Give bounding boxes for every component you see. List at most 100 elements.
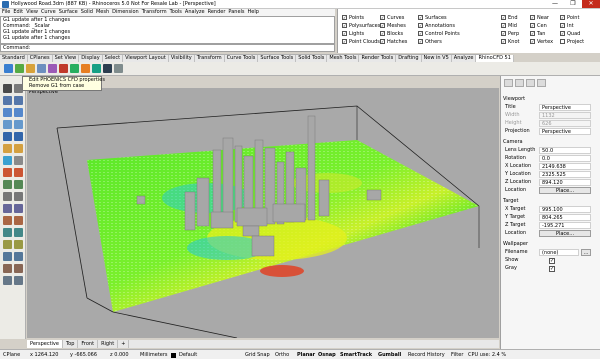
filter-meshes[interactable]: ✓ Meshes: [380, 23, 406, 29]
filter-hatches[interactable]: ✓ Hatches: [380, 39, 407, 45]
tab-mesh-tools[interactable]: Mesh Tools: [327, 55, 360, 62]
status-layer[interactable]: Default: [179, 351, 197, 359]
tab-viewport-layout[interactable]: Viewport Layout: [123, 55, 169, 62]
filter-polysurfaces[interactable]: ✓ Polysurfaces: [342, 23, 380, 29]
trim-icon[interactable]: [14, 168, 23, 177]
filter-points[interactable]: ✓ Points: [342, 15, 364, 21]
osnap-vertex[interactable]: ✓ Vertex: [530, 39, 553, 45]
menu-render[interactable]: Render: [208, 9, 226, 16]
tab-curve-tools[interactable]: Curve Tools: [225, 55, 259, 62]
tab-display[interactable]: Display: [79, 55, 103, 62]
viewport-tab-top[interactable]: Top: [63, 340, 79, 348]
move-icon[interactable]: [3, 192, 12, 201]
filter-blocks[interactable]: ✓ Blocks: [380, 31, 403, 37]
menu-file[interactable]: File: [2, 9, 10, 16]
lens-length-field[interactable]: 50.0: [539, 147, 591, 154]
tab-new-in-v5[interactable]: New in V5: [422, 55, 452, 62]
osnap-perp[interactable]: ✓ Perp: [501, 31, 519, 37]
command-input[interactable]: Command:: [0, 44, 335, 52]
viewport-tab-right[interactable]: Right: [98, 340, 119, 348]
tab-rhinocfd[interactable]: RhinoCFD 51: [476, 55, 514, 62]
filter-lights[interactable]: ✓ Lights: [342, 31, 364, 37]
tab-cplanes[interactable]: CPlanes: [28, 55, 53, 62]
extrude-icon[interactable]: [14, 132, 23, 141]
scale-icon[interactable]: [14, 204, 23, 213]
filter-annotations[interactable]: ✓ Annotations: [418, 23, 455, 29]
status-record-history[interactable]: Record History: [408, 351, 445, 359]
menu-panels[interactable]: Panels: [228, 9, 244, 16]
maximize-button[interactable]: ❐: [564, 0, 582, 8]
layer-icon[interactable]: [3, 240, 12, 249]
close-button[interactable]: ✕: [582, 0, 600, 8]
group-icon[interactable]: [14, 240, 23, 249]
x-target-field[interactable]: 995.100: [539, 206, 591, 213]
browse-button[interactable]: ...: [581, 249, 591, 256]
osnap-tan[interactable]: ✓ Tan: [530, 31, 545, 37]
filter-others[interactable]: ✓ Others: [418, 39, 442, 45]
cfd-contour-icon[interactable]: [92, 64, 101, 73]
box-icon[interactable]: [3, 144, 12, 153]
menu-mesh[interactable]: Mesh: [96, 9, 109, 16]
render-icon[interactable]: [14, 252, 23, 261]
osnap-end[interactable]: ✓ End: [501, 15, 518, 21]
osnap-cen[interactable]: ✓ Cen: [530, 23, 547, 29]
status-ortho[interactable]: Ortho: [275, 351, 289, 359]
tab-select[interactable]: Select: [103, 55, 124, 62]
show-checkbox[interactable]: ✓: [549, 258, 555, 264]
tab-drafting[interactable]: Drafting: [396, 55, 422, 62]
osnap-knot[interactable]: ✓ Knot: [501, 39, 519, 45]
text-icon[interactable]: [14, 156, 23, 165]
status-smarttrack[interactable]: SmartTrack: [340, 351, 372, 359]
x-location-field[interactable]: 2149.638: [539, 163, 591, 170]
fillet-icon[interactable]: [3, 168, 12, 177]
cfd-edit-properties-icon[interactable]: [59, 64, 68, 73]
add-viewport-tab-button[interactable]: +: [118, 340, 130, 348]
y-location-field[interactable]: 2325.525: [539, 171, 591, 178]
osnap-point[interactable]: ✓ Point: [560, 15, 579, 21]
osnap-mid[interactable]: ✓ Mid: [501, 23, 517, 29]
mirror-icon[interactable]: [14, 216, 23, 225]
tab-standard[interactable]: Standard: [0, 55, 28, 62]
cfd-settings-icon[interactable]: [114, 64, 123, 73]
menu-surface[interactable]: Surface: [59, 9, 78, 16]
cfd-domain-icon[interactable]: [15, 64, 24, 73]
polygon-icon[interactable]: [14, 120, 23, 129]
status-osnap[interactable]: Osnap: [318, 351, 336, 359]
circle-icon[interactable]: [3, 108, 12, 117]
cfd-mesh-icon[interactable]: [37, 64, 46, 73]
mesh-icon[interactable]: [3, 156, 12, 165]
z-target-field[interactable]: -195.271: [539, 222, 591, 229]
menu-help[interactable]: Help: [248, 9, 259, 16]
filter-surfaces[interactable]: ✓ Surfaces: [418, 15, 447, 21]
menu-edit[interactable]: Edit: [13, 9, 23, 16]
projection-select[interactable]: Perspective: [539, 128, 591, 135]
osnap-near[interactable]: ✓ Near: [530, 15, 549, 21]
cfd-object-icon[interactable]: [26, 64, 35, 73]
layers-tab-icon[interactable]: [515, 79, 524, 87]
menu-dimension[interactable]: Dimension: [112, 9, 139, 16]
cfd-models-icon[interactable]: [48, 64, 57, 73]
dimension-icon[interactable]: [14, 228, 23, 237]
gray-checkbox[interactable]: ✓: [549, 266, 555, 272]
status-gumball[interactable]: Gumball: [378, 351, 401, 359]
cfd-results-icon[interactable]: [81, 64, 90, 73]
tab-analyze[interactable]: Analyze: [452, 55, 477, 62]
filter-curves[interactable]: ✓ Curves: [380, 15, 404, 21]
arc-icon[interactable]: [14, 108, 23, 117]
y-target-field[interactable]: 804.265: [539, 214, 591, 221]
join-icon[interactable]: [14, 180, 23, 189]
offset-icon[interactable]: [14, 276, 23, 285]
menu-transform[interactable]: Transform: [142, 9, 167, 16]
status-cplane[interactable]: CPlane: [3, 351, 20, 359]
perspective-viewport[interactable]: Perspective: [27, 88, 499, 338]
copy-icon[interactable]: [14, 192, 23, 201]
surface-icon[interactable]: [3, 132, 12, 141]
tab-transform[interactable]: Transform: [195, 55, 225, 62]
rectangle-icon[interactable]: [3, 120, 12, 129]
sphere-icon[interactable]: [14, 144, 23, 153]
tab-render-tools[interactable]: Render Tools: [359, 55, 397, 62]
split-icon[interactable]: [3, 180, 12, 189]
status-planar[interactable]: Planar: [297, 351, 315, 359]
z-location-field[interactable]: 894.120: [539, 179, 591, 186]
title-field[interactable]: Perspective: [539, 104, 591, 111]
